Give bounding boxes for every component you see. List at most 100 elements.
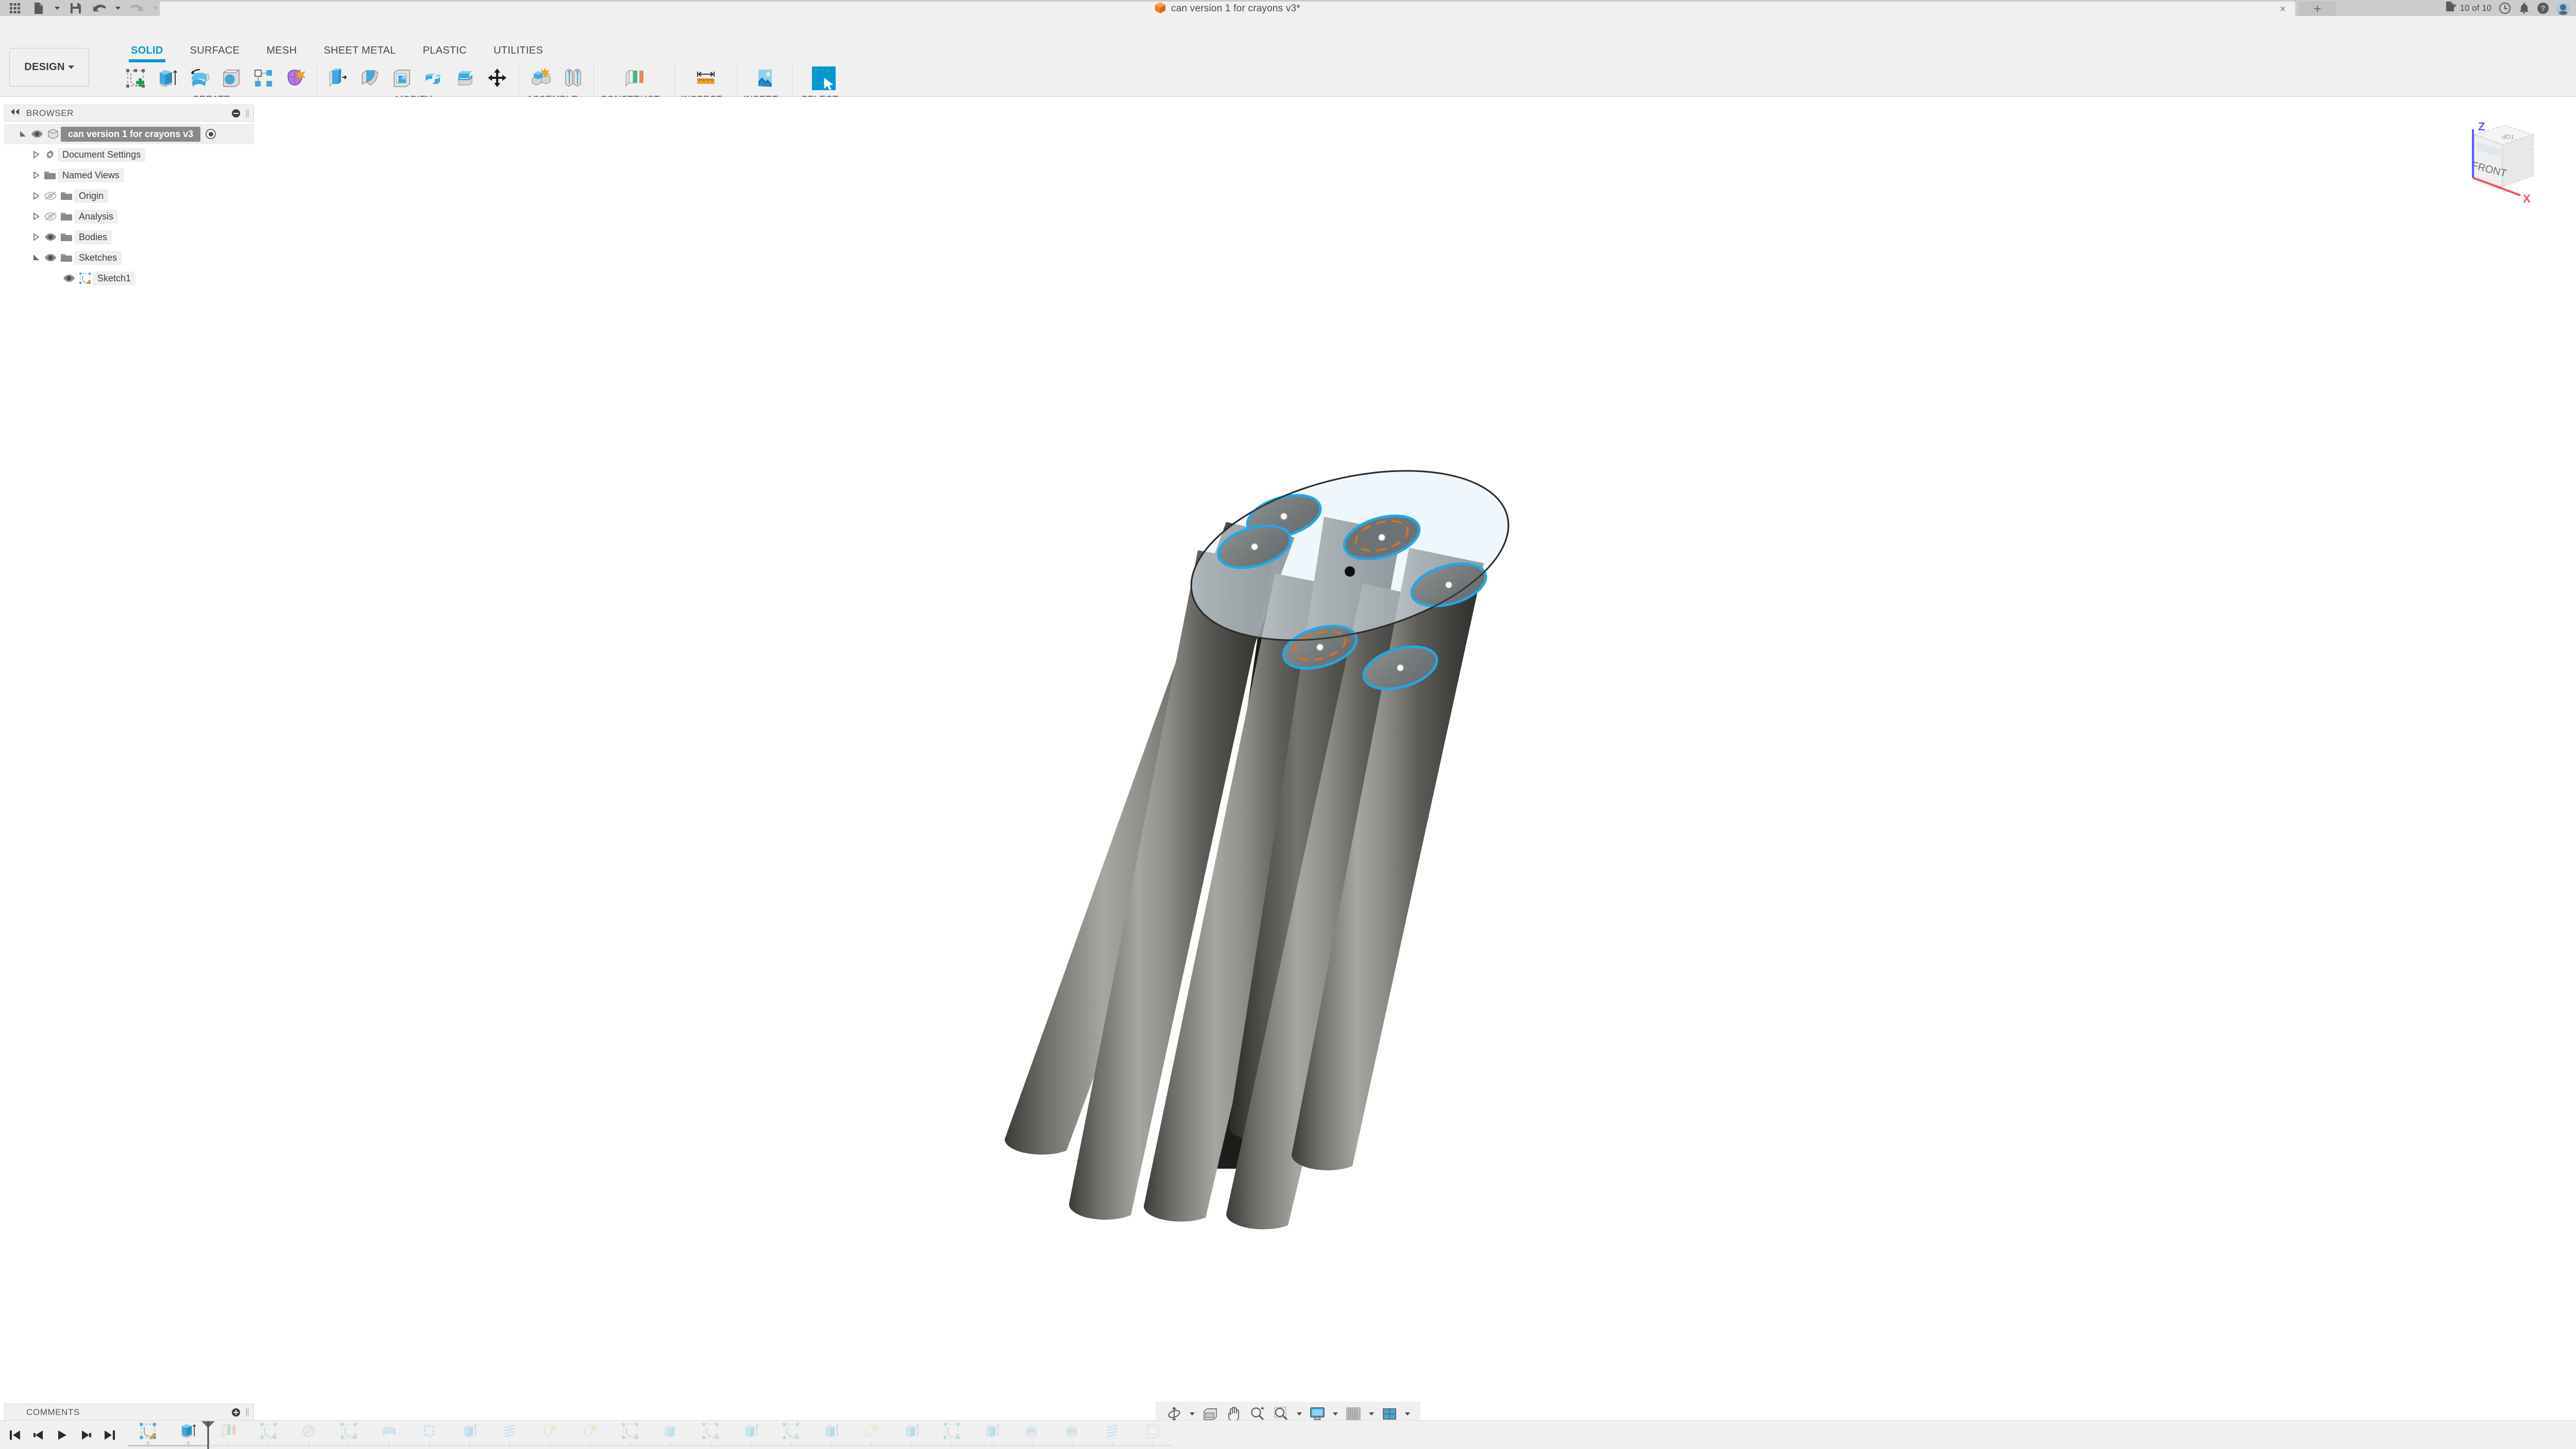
timeline-feature-thread[interactable] bbox=[1092, 1421, 1132, 1449]
visibility-eye-hidden-icon[interactable] bbox=[42, 206, 59, 227]
help-icon[interactable]: ? bbox=[2537, 2, 2549, 14]
timeline-feature-extrude[interactable] bbox=[449, 1421, 489, 1449]
viewport-3d[interactable]: FRONT TOP Z X bbox=[0, 97, 2576, 1380]
timeline-feature-split[interactable] bbox=[1052, 1421, 1092, 1449]
bell-icon[interactable] bbox=[2518, 2, 2530, 14]
tab-sheet-metal[interactable]: SHEET METAL bbox=[310, 42, 409, 59]
browser-item-sketches[interactable]: Sketches bbox=[4, 247, 254, 268]
sketch-origin-point[interactable] bbox=[1345, 566, 1355, 577]
offset-plane-button[interactable] bbox=[619, 64, 649, 93]
twisty-collapsed-icon[interactable] bbox=[31, 186, 42, 206]
timeline-feature-extrude[interactable] bbox=[731, 1421, 771, 1449]
visibility-eye-icon[interactable] bbox=[42, 227, 59, 247]
redo-icon[interactable] bbox=[125, 0, 148, 16]
timeline-play-button[interactable] bbox=[52, 1423, 73, 1447]
measure-button[interactable] bbox=[691, 64, 721, 93]
timeline-feature-sketch[interactable] bbox=[248, 1421, 289, 1449]
file-icon[interactable] bbox=[27, 0, 50, 16]
undo-icon[interactable] bbox=[88, 0, 111, 16]
visibility-eye-icon[interactable] bbox=[42, 247, 59, 268]
visibility-eye-hidden-icon[interactable] bbox=[42, 186, 59, 206]
timeline-feature-extrude[interactable] bbox=[972, 1421, 1012, 1449]
plus-circle-icon[interactable] bbox=[232, 1408, 240, 1417]
visibility-eye-icon[interactable] bbox=[61, 268, 77, 289]
combine-button[interactable] bbox=[419, 64, 449, 93]
timeline-feature-sketch[interactable] bbox=[690, 1421, 731, 1449]
pattern-button[interactable] bbox=[248, 64, 278, 93]
grip-icon[interactable] bbox=[246, 1408, 248, 1417]
twisty-collapsed-icon[interactable] bbox=[31, 165, 42, 186]
new-component-button[interactable] bbox=[526, 64, 555, 93]
save-icon[interactable] bbox=[64, 0, 88, 16]
timeline-feature-revolve[interactable] bbox=[289, 1421, 329, 1449]
timeline-feature-component[interactable] bbox=[530, 1421, 570, 1449]
timeline-feature-split[interactable] bbox=[1012, 1421, 1052, 1449]
tab-surface[interactable]: SURFACE bbox=[177, 42, 253, 59]
revolve-button[interactable] bbox=[184, 64, 214, 93]
twisty-collapsed-icon[interactable] bbox=[31, 144, 42, 165]
press-pull-button[interactable] bbox=[323, 64, 353, 93]
timeline-feature-thread[interactable] bbox=[489, 1421, 530, 1449]
tab-mesh[interactable]: MESH bbox=[253, 42, 310, 59]
timeline-feature-extrude[interactable] bbox=[891, 1421, 931, 1449]
create-sketch-button[interactable] bbox=[121, 64, 150, 93]
timeline-step-forward-button[interactable] bbox=[75, 1423, 97, 1447]
timeline-go-to-end-button[interactable] bbox=[99, 1423, 121, 1447]
select-button[interactable] bbox=[809, 64, 839, 93]
move-copy-button[interactable] bbox=[483, 64, 513, 93]
minus-circle-icon[interactable] bbox=[232, 109, 240, 117]
workspace-switcher-button[interactable]: DESIGN bbox=[9, 48, 89, 87]
extrude-button[interactable] bbox=[152, 64, 182, 93]
version-indicator[interactable]: 10 of 10 bbox=[2445, 1, 2492, 15]
browser-item-sketch1[interactable]: Sketch1 bbox=[4, 268, 254, 289]
timeline-feature-plane[interactable] bbox=[208, 1421, 248, 1449]
create-form-button[interactable] bbox=[280, 64, 310, 93]
grip-icon[interactable] bbox=[246, 109, 248, 117]
timeline-go-to-beginning-button[interactable] bbox=[4, 1423, 26, 1447]
timeline-feature-component[interactable] bbox=[851, 1421, 891, 1449]
insert-image-button[interactable] bbox=[750, 64, 780, 93]
browser-item-named-views[interactable]: Named Views bbox=[4, 165, 254, 186]
shell-button[interactable] bbox=[387, 64, 417, 93]
timeline-step-back-button[interactable] bbox=[28, 1423, 49, 1447]
timeline-feature-extrude[interactable] bbox=[168, 1421, 215, 1449]
timeline-feature-component[interactable] bbox=[570, 1421, 610, 1449]
file-tab[interactable]: can version 1 for crayons v3* × bbox=[160, 2, 2295, 16]
timeline-feature-shell[interactable] bbox=[1132, 1421, 1173, 1449]
tab-plastic[interactable]: PLASTIC bbox=[410, 42, 480, 59]
file-menu-caret-icon[interactable] bbox=[50, 0, 64, 16]
app-grid-icon[interactable] bbox=[3, 0, 27, 16]
timeline-feature-extrude[interactable] bbox=[811, 1421, 851, 1449]
activate-component-radio[interactable] bbox=[206, 129, 216, 139]
hole-button[interactable] bbox=[216, 64, 246, 93]
timeline-feature-sketch[interactable] bbox=[329, 1421, 369, 1449]
joint-button[interactable] bbox=[557, 64, 587, 93]
twisty-expanded-icon[interactable] bbox=[31, 247, 42, 268]
browser-root-document[interactable]: can version 1 for crayons v3 bbox=[4, 124, 254, 144]
timeline-feature-sketch[interactable] bbox=[771, 1421, 811, 1449]
browser-item-analysis[interactable]: Analysis bbox=[4, 206, 254, 227]
twisty-collapsed-icon[interactable] bbox=[31, 227, 42, 247]
timeline-feature-sketch[interactable] bbox=[931, 1421, 972, 1449]
timeline-feature-pattern[interactable] bbox=[409, 1421, 449, 1449]
split-face-button[interactable] bbox=[451, 64, 481, 93]
browser-item-document-settings[interactable]: Document Settings bbox=[4, 144, 254, 165]
avatar[interactable] bbox=[2556, 1, 2570, 15]
visibility-eye-icon[interactable] bbox=[29, 124, 45, 144]
clock-icon[interactable] bbox=[2499, 2, 2511, 14]
collapse-left-icon[interactable] bbox=[10, 108, 20, 118]
new-tab-button[interactable]: + bbox=[2299, 2, 2336, 16]
timeline-feature-loft[interactable] bbox=[369, 1421, 409, 1449]
timeline-feature-sketch[interactable] bbox=[610, 1421, 650, 1449]
close-tab-icon[interactable]: × bbox=[2277, 4, 2289, 14]
twisty-expanded-icon[interactable] bbox=[18, 124, 29, 144]
tab-solid[interactable]: SOLID bbox=[117, 42, 177, 62]
twisty-collapsed-icon[interactable] bbox=[31, 206, 42, 227]
browser-item-origin[interactable]: Origin bbox=[4, 186, 254, 206]
timeline-feature-sketch[interactable] bbox=[128, 1421, 168, 1449]
timeline-feature-body[interactable] bbox=[650, 1421, 690, 1449]
tab-utilities[interactable]: UTILITIES bbox=[480, 42, 556, 59]
browser-item-bodies[interactable]: Bodies bbox=[4, 227, 254, 247]
undo-caret-icon[interactable] bbox=[111, 0, 125, 16]
view-cube[interactable]: FRONT TOP Z X bbox=[2443, 110, 2551, 213]
